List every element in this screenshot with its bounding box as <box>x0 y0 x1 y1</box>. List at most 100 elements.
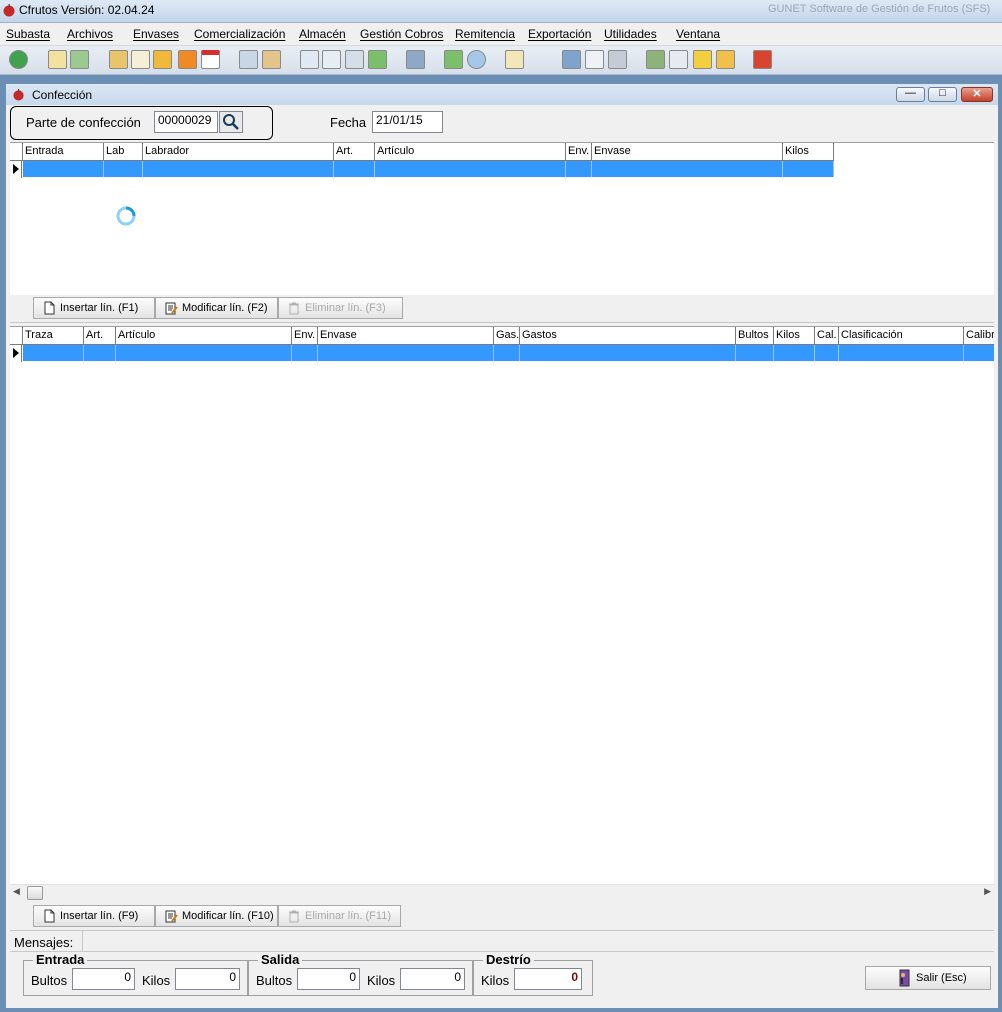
modify-line-button-f10[interactable]: Modificar lín. (F10) <box>155 905 278 927</box>
menu-ventana[interactable]: Ventana <box>676 27 720 41</box>
table-cell[interactable] <box>815 345 839 361</box>
grid1-selected-row[interactable] <box>23 161 834 177</box>
money2-icon[interactable] <box>444 50 463 69</box>
modify-line-button-f2[interactable]: Modificar lín. (F2) <box>155 297 278 319</box>
table-cell[interactable] <box>318 345 494 361</box>
lock-icon[interactable] <box>716 50 735 69</box>
table-cell[interactable] <box>375 161 566 177</box>
document2-icon[interactable] <box>322 50 341 69</box>
export-icon[interactable] <box>178 50 197 69</box>
menu-almacen[interactable]: Almacén <box>299 27 346 41</box>
scroll-left-icon[interactable]: ◀ <box>13 886 20 897</box>
insert-line-button-f9[interactable]: Insertar lín. (F9) <box>33 905 155 927</box>
table-cell[interactable] <box>736 345 774 361</box>
grid2-col-gas[interactable]: Gas. <box>494 327 520 344</box>
entradas-grid[interactable]: Entrada Lab Labrador Art. Artículo Env. … <box>10 142 994 295</box>
entrada-kilos-field[interactable]: 0 <box>175 968 240 990</box>
delete-line-button-f11[interactable]: Eliminar lín. (F11) <box>278 905 401 927</box>
refresh-icon[interactable] <box>9 50 28 69</box>
table-cell[interactable] <box>520 345 736 361</box>
table-cell[interactable] <box>783 161 834 177</box>
grid2-col-bultos[interactable]: Bultos <box>736 327 774 344</box>
clock-money-icon[interactable] <box>467 50 486 69</box>
table-cell[interactable] <box>839 345 964 361</box>
grid1-col-lab[interactable]: Lab <box>104 143 143 160</box>
grid2-col-envase[interactable]: Envase <box>318 327 494 344</box>
exit-button[interactable]: Salir (Esc) <box>865 966 991 990</box>
settings-icon[interactable] <box>109 50 128 69</box>
salida-kilos-field[interactable]: 0 <box>400 968 465 990</box>
fecha-input[interactable]: 21/01/15 <box>372 111 443 133</box>
destrio-kilos-field[interactable]: 0 <box>514 968 582 990</box>
table-cell[interactable] <box>23 345 84 361</box>
table-cell[interactable] <box>334 161 375 177</box>
grid1-col-env[interactable]: Env. <box>566 143 592 160</box>
key-icon[interactable] <box>693 50 712 69</box>
power-icon[interactable] <box>753 50 772 69</box>
grid1-col-entrada[interactable]: Entrada <box>23 143 104 160</box>
grid1-col-envase[interactable]: Envase <box>592 143 783 160</box>
grid1-col-kilos[interactable]: Kilos <box>783 143 834 160</box>
menu-comercializacion[interactable]: Comercialización <box>194 27 285 41</box>
menu-gestion-cobros[interactable]: Gestión Cobros <box>360 27 443 41</box>
grid1-col-art[interactable]: Art. <box>334 143 375 160</box>
grid2-col-art[interactable]: Art. <box>84 327 116 344</box>
users-icon[interactable] <box>646 50 665 69</box>
transfer-icon[interactable] <box>70 50 89 69</box>
delete-line-button-f3[interactable]: Eliminar lín. (F3) <box>278 297 403 319</box>
menu-utilidades[interactable]: Utilidades <box>604 27 657 41</box>
calendar-icon[interactable] <box>201 50 220 69</box>
print-preview-icon[interactable] <box>345 50 364 69</box>
printer-icon[interactable] <box>608 50 627 69</box>
grid2-col-kilos[interactable]: Kilos <box>774 327 815 344</box>
jar-icon[interactable] <box>153 50 172 69</box>
menu-subasta[interactable]: Subasta <box>6 27 50 41</box>
minimize-button[interactable]: — <box>896 87 925 102</box>
window-icon[interactable] <box>562 50 581 69</box>
grid2-col-articulo[interactable]: Artículo <box>116 327 292 344</box>
grid2-col-traza[interactable]: Traza <box>23 327 84 344</box>
grid1-col-labrador[interactable]: Labrador <box>143 143 334 160</box>
horizontal-scrollbar[interactable]: ◀ ▶ <box>10 884 994 902</box>
maximize-button[interactable]: □ <box>928 87 957 102</box>
grid2-col-gastos[interactable]: Gastos <box>520 327 736 344</box>
search-button[interactable] <box>219 111 243 133</box>
salida-bultos-field[interactable]: 0 <box>297 968 360 990</box>
table-cell[interactable] <box>143 161 334 177</box>
truck-icon[interactable] <box>406 50 425 69</box>
scroll-right-icon[interactable]: ▶ <box>984 886 991 897</box>
grid2-col-calibre[interactable]: Calibr <box>964 327 994 344</box>
close-button[interactable]: ✕ <box>961 87 993 102</box>
report-icon[interactable] <box>505 50 524 69</box>
grid2-col-env[interactable]: Env. <box>292 327 318 344</box>
grid2-col-cal[interactable]: Cal. <box>815 327 839 344</box>
menu-envases[interactable]: Envases <box>133 27 179 41</box>
grid2-col-clasificacion[interactable]: Clasificación <box>839 327 964 344</box>
salidas-grid[interactable]: Traza Art. Artículo Env. Envase Gas. Gas… <box>10 326 994 902</box>
table-cell[interactable] <box>494 345 520 361</box>
entrada-bultos-field[interactable]: 0 <box>72 968 135 990</box>
invoice-icon[interactable] <box>131 50 150 69</box>
table-cell[interactable] <box>566 161 592 177</box>
search-people-icon[interactable] <box>669 50 688 69</box>
table-cell[interactable] <box>84 345 116 361</box>
menu-remitencia[interactable]: Remitencia <box>455 27 515 41</box>
document-icon[interactable] <box>300 50 319 69</box>
table-cell[interactable] <box>23 161 104 177</box>
grid2-selected-row[interactable] <box>23 345 994 361</box>
table-cell[interactable] <box>116 345 292 361</box>
table-cell[interactable] <box>104 161 143 177</box>
tools2-icon[interactable] <box>262 50 281 69</box>
money-icon[interactable] <box>368 50 387 69</box>
menu-archivos[interactable]: Archivos <box>67 27 113 41</box>
table-cell[interactable] <box>592 161 783 177</box>
insert-line-button-f1[interactable]: Insertar lín. (F1) <box>33 297 155 319</box>
calculator-icon[interactable] <box>585 50 604 69</box>
parte-input[interactable]: 00000029 <box>154 111 218 133</box>
grid1-col-articulo[interactable]: Artículo <box>375 143 566 160</box>
table-cell[interactable] <box>774 345 815 361</box>
tools-icon[interactable] <box>239 50 258 69</box>
edit-icon[interactable] <box>48 50 67 69</box>
menu-exportacion[interactable]: Exportación <box>528 27 591 41</box>
table-cell[interactable] <box>292 345 318 361</box>
